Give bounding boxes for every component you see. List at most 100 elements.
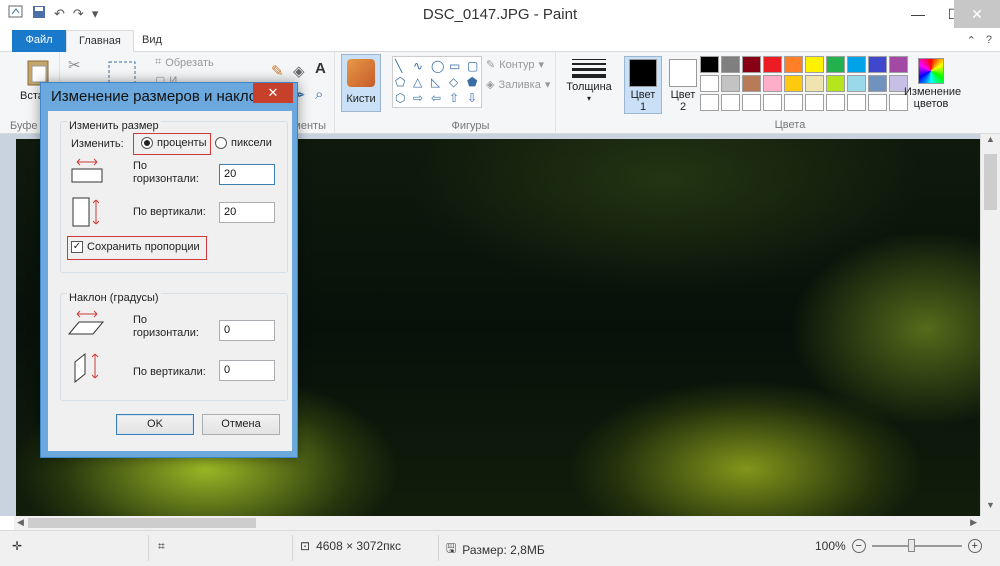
palette-swatch[interactable]	[742, 75, 761, 92]
zoom-level: 100%	[815, 539, 846, 553]
palette-swatch[interactable]	[805, 56, 824, 73]
cancel-button[interactable]: Отмена	[202, 414, 280, 435]
palette-swatch[interactable]	[868, 75, 887, 92]
right-triangle-shape-icon[interactable]: ◺	[431, 75, 447, 89]
palette-swatch[interactable]	[868, 56, 887, 73]
rectangle-shape-icon[interactable]: ▭	[449, 59, 465, 73]
palette-swatch[interactable]	[784, 56, 803, 73]
minimize-button[interactable]: —	[900, 0, 936, 28]
percent-radio-button[interactable]	[141, 137, 153, 149]
horizontal-scroll-thumb[interactable]	[28, 518, 256, 528]
keep-ratio-check-icon[interactable]: ✓	[71, 241, 83, 253]
help-icon[interactable]: ?	[986, 34, 992, 47]
palette-swatch[interactable]	[826, 94, 845, 111]
zoom-slider-thumb[interactable]	[907, 539, 915, 552]
line-shape-icon[interactable]: ╲	[395, 59, 411, 73]
text-icon[interactable]: A	[315, 60, 326, 77]
cut-icon[interactable]: ✂	[68, 56, 81, 74]
vertical-scrollbar[interactable]: ▲ ▼	[980, 134, 1000, 516]
palette-swatch[interactable]	[784, 94, 803, 111]
palette-swatch[interactable]	[763, 94, 782, 111]
fill-shape-button[interactable]: ◈ Заливка ▾	[486, 78, 550, 92]
curve-shape-icon[interactable]: ∿	[413, 59, 429, 73]
resize-horizontal-label-2: горизонтали:	[133, 173, 199, 185]
palette-swatch[interactable]	[742, 56, 761, 73]
crop-button[interactable]: ⌗ Обрезать	[155, 56, 214, 69]
horizontal-scrollbar[interactable]: ◀ ▶	[14, 516, 980, 530]
scroll-down-icon[interactable]: ▼	[981, 500, 1000, 516]
triangle-shape-icon[interactable]: △	[413, 75, 429, 89]
scroll-right-icon[interactable]: ▶	[970, 517, 977, 528]
ok-button[interactable]: OK	[116, 414, 194, 435]
pentagon-shape-icon[interactable]: ⬟	[467, 75, 483, 89]
palette-swatch[interactable]	[763, 75, 782, 92]
palette-swatch[interactable]	[784, 75, 803, 92]
left-margin	[0, 134, 14, 516]
tab-view[interactable]: Вид	[130, 30, 174, 52]
rounded-rect-shape-icon[interactable]: ▢	[467, 59, 483, 73]
resize-section: Изменить размер Изменить: проценты пиксе…	[60, 120, 288, 273]
vertical-scroll-thumb[interactable]	[984, 154, 997, 210]
palette-swatch[interactable]	[805, 75, 824, 92]
palette-swatch[interactable]	[721, 94, 740, 111]
arrow-up-shape-icon[interactable]: ⇧	[449, 91, 465, 105]
outline-button[interactable]: ✎ Контур ▾	[486, 58, 544, 72]
polygon-shape-icon[interactable]: ⬠	[395, 75, 411, 89]
zoom-slider[interactable]	[871, 539, 962, 552]
palette-swatch[interactable]	[826, 56, 845, 73]
magnifier-icon[interactable]: ⌕	[315, 86, 323, 103]
cursor-position-icon: ✛	[12, 539, 23, 553]
dialog-close-button[interactable]: ✕	[253, 83, 293, 103]
palette-swatch[interactable]	[700, 75, 719, 92]
close-button[interactable]: ✕	[954, 0, 1000, 28]
palette-swatch[interactable]	[868, 94, 887, 111]
resize-legend: Изменить размер	[67, 120, 161, 132]
palette-swatch[interactable]	[700, 94, 719, 111]
color-wheel-icon	[918, 58, 944, 84]
palette-swatch[interactable]	[763, 56, 782, 73]
chevron-up-icon[interactable]: ⌃	[967, 34, 976, 47]
selection-size-icon: ⌗	[158, 539, 165, 553]
palette-swatch[interactable]	[847, 75, 866, 92]
pixels-radio-button[interactable]	[215, 137, 227, 149]
fill-bucket-icon: ◈	[486, 79, 495, 91]
skew-horizontal-input[interactable]: 0	[219, 320, 275, 341]
pencil-icon[interactable]: ✎	[271, 62, 284, 80]
zoom-out-button[interactable]: −	[851, 539, 866, 553]
scroll-up-icon[interactable]: ▲	[981, 134, 1000, 150]
hexagon-shape-icon[interactable]: ⬡	[395, 91, 411, 105]
oval-shape-icon[interactable]: ◯	[431, 59, 447, 73]
color2-button[interactable]: Цвет 2	[666, 56, 700, 113]
palette-swatch[interactable]	[700, 56, 719, 73]
palette-swatch[interactable]	[847, 94, 866, 111]
arrow-down-shape-icon[interactable]: ⇩	[467, 91, 483, 105]
vertical-resize-icon	[71, 196, 101, 231]
thickness-button[interactable]: Толщина ▾	[564, 56, 614, 118]
skew-vertical-input[interactable]: 0	[219, 360, 275, 381]
palette-swatch[interactable]	[721, 75, 740, 92]
keep-ratio-checkbox[interactable]: ✓ Сохранить пропорции	[71, 241, 200, 253]
resize-horizontal-input[interactable]: 20	[219, 164, 275, 185]
chevron-down-icon: ▾	[586, 94, 591, 103]
arrow-left-shape-icon[interactable]: ⇦	[431, 91, 447, 105]
palette-swatch[interactable]	[742, 94, 761, 111]
shapes-gallery: ╲ ∿ ◯ ▭ ▢ ⬠ △ ◺ ◇ ⬟ ⬡ ⇨ ⇦ ⇧ ⇩	[392, 56, 482, 108]
diamond-shape-icon[interactable]: ◇	[449, 75, 465, 89]
vertical-skew-icon	[73, 350, 103, 387]
percent-radio[interactable]: проценты	[141, 137, 207, 149]
color1-button[interactable]: Цвет 1	[624, 56, 662, 114]
palette-swatch[interactable]	[847, 56, 866, 73]
edit-colors-button[interactable]: Изменение цветов	[904, 56, 961, 110]
palette-swatch[interactable]	[805, 94, 824, 111]
tab-home[interactable]: Главная	[66, 30, 134, 53]
palette-swatch[interactable]	[721, 56, 740, 73]
zoom-in-button[interactable]: +	[967, 539, 982, 553]
tab-file[interactable]: Файл	[12, 30, 66, 52]
palette-swatch[interactable]	[826, 75, 845, 92]
pixels-radio[interactable]: пиксели	[215, 137, 272, 149]
arrow-right-shape-icon[interactable]: ⇨	[413, 91, 429, 105]
fill-icon[interactable]: ◈	[293, 62, 305, 80]
resize-vertical-input[interactable]: 20	[219, 202, 275, 223]
brushes-button[interactable]: Кисти	[341, 54, 381, 112]
scroll-left-icon[interactable]: ◀	[17, 517, 24, 528]
